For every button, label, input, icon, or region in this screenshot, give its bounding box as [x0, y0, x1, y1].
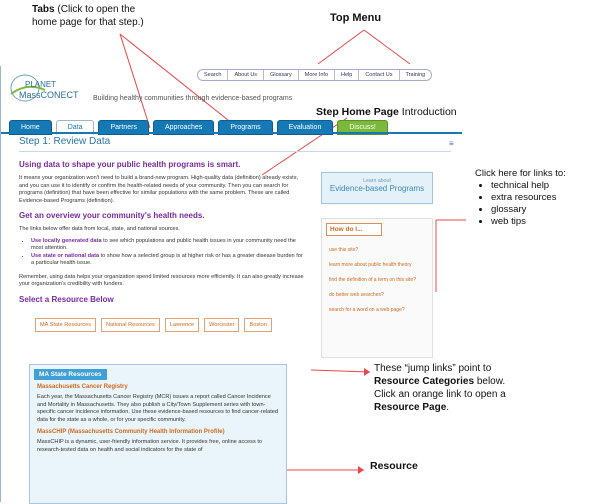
top-menu-glossary[interactable]: Glossary — [264, 70, 299, 80]
top-menu-training[interactable]: Training — [400, 70, 432, 80]
top-menu-more-info[interactable]: More Info — [299, 70, 335, 80]
resource-list: Massachusetts Cancer Registry Each year,… — [37, 384, 281, 454]
jump-link-boston[interactable]: Boston — [244, 317, 272, 332]
ebp-text: Evidence-based Programs — [329, 184, 425, 193]
howdo-link[interactable]: use this site? — [329, 246, 416, 255]
title-divider — [19, 151, 451, 152]
jump-link-national[interactable]: National Resources — [101, 317, 160, 332]
overview-heading: Get an overview your community's health … — [19, 211, 205, 220]
top-menu-help[interactable]: Help — [335, 70, 360, 80]
overview-paragraph: The links below offer data from local, s… — [19, 226, 180, 232]
howdo-link[interactable]: search for a word on a web page? — [329, 306, 416, 315]
top-menu: Search About Us Glossary More Info Help … — [197, 69, 433, 81]
top-menu-contact[interactable]: Contact Us — [359, 70, 400, 80]
resource-desc-mcr: Each year, the Massachusetts Cancer Regi… — [37, 394, 278, 423]
select-resource-heading: Select a Resource Below — [19, 294, 114, 304]
howdo-heading: How do I... — [326, 223, 382, 236]
category-heading[interactable]: MA State Resources — [34, 369, 107, 380]
resource-desc-masschip: MassCHIP is a dynamic, user-friendly inf… — [37, 439, 262, 453]
howdo-link[interactable]: do better web searches? — [329, 291, 416, 300]
list-item: Use state or national data to show how a… — [31, 253, 304, 268]
jump-link-lawrence[interactable]: Lawrence — [164, 317, 200, 332]
page-title: Step 1: Review Data — [19, 136, 111, 147]
website-frame: PLANET MassCONECT Building healthy commu… — [0, 66, 462, 504]
tab-bar-divider — [1, 132, 462, 134]
top-menu-search[interactable]: Search — [198, 70, 229, 80]
planet-text: PLANET — [25, 80, 57, 89]
learn-ebp-card[interactable]: Learn about Evidence-based Programs — [321, 172, 433, 204]
resource-link-masschip[interactable]: MassCHIP (Massachusetts Community Health… — [37, 429, 281, 435]
planet-masscconect-logo: PLANET MassCONECT — [7, 68, 91, 108]
list-item: Use locally generated data to see which … — [31, 238, 304, 253]
resource-link-mcr[interactable]: Massachusetts Cancer Registry — [37, 384, 281, 390]
howdo-link[interactable]: learn more about public health theory — [329, 261, 416, 270]
top-menu-about[interactable]: About Us — [228, 70, 265, 80]
intro-heading: Using data to shape your public health p… — [19, 160, 241, 169]
jump-link-ma-state[interactable]: MA State Resources — [35, 317, 96, 332]
massconect-text: MassCONECT — [19, 90, 79, 100]
howdo-link[interactable]: find the definition of a term on this si… — [329, 276, 416, 285]
howdo-links: use this site? learn more about public h… — [329, 246, 416, 321]
jump-links: MA State Resources National Resources La… — [35, 317, 304, 332]
intro-paragraph: It means your organization won't need to… — [19, 175, 299, 204]
reminder-paragraph: Remember, using data helps your organiza… — [19, 273, 304, 288]
expand-icon[interactable]: ≡ — [449, 139, 454, 148]
data-bullets: Use locally generated data to see which … — [19, 238, 304, 268]
main-content: Using data to shape your public health p… — [19, 160, 304, 332]
brand-tagline: Building healthy communities through evi… — [93, 95, 293, 102]
step-title-row: Step 1: Review Data — [19, 136, 459, 147]
jump-link-worcester[interactable]: Worcester — [204, 317, 240, 332]
